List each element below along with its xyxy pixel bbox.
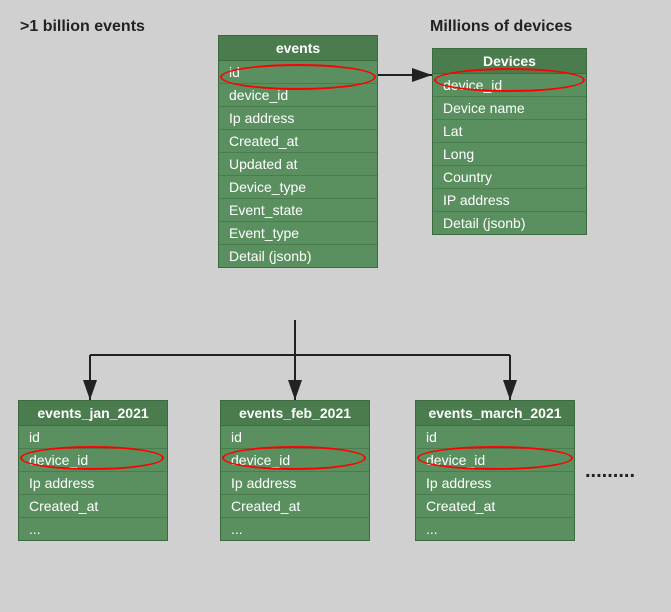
diagram-container: >1 billion events Millions of devices ev…: [0, 0, 671, 612]
events-table-header: events: [219, 36, 377, 61]
events-row-ip: Ip address: [219, 107, 377, 130]
events-jan-table: events_jan_2021 id device_id Ip address …: [18, 400, 168, 541]
events-march-row-ip: Ip address: [416, 472, 574, 495]
events-feb-header: events_feb_2021: [221, 401, 369, 426]
events-feb-row-created: Created_at: [221, 495, 369, 518]
devices-row-ip: IP address: [433, 189, 586, 212]
devices-row-country: Country: [433, 166, 586, 189]
billion-events-label: >1 billion events: [20, 18, 145, 36]
events-row-created: Created_at: [219, 130, 377, 153]
devices-table: Devices device_id Device name Lat Long C…: [432, 48, 587, 235]
events-feb-row-device-id: device_id: [221, 449, 369, 472]
devices-table-header: Devices: [433, 49, 586, 74]
events-jan-row-ip: Ip address: [19, 472, 167, 495]
events-march-row-id: id: [416, 426, 574, 449]
events-feb-row-ip: Ip address: [221, 472, 369, 495]
events-row-updated: Updated at: [219, 153, 377, 176]
events-feb-row-dots: ...: [221, 518, 369, 540]
events-jan-row-device-id: device_id: [19, 449, 167, 472]
devices-row-long: Long: [433, 143, 586, 166]
million-devices-label: Millions of devices: [430, 18, 572, 36]
events-row-device-type: Device_type: [219, 176, 377, 199]
events-march-table: events_march_2021 id device_id Ip addres…: [415, 400, 575, 541]
devices-row-device-name: Device name: [433, 97, 586, 120]
continuation-dots: .........: [585, 460, 635, 483]
events-row-device-id: device_id: [219, 84, 377, 107]
events-jan-row-created: Created_at: [19, 495, 167, 518]
events-row-event-type: Event_type: [219, 222, 377, 245]
events-march-row-created: Created_at: [416, 495, 574, 518]
events-jan-header: events_jan_2021: [19, 401, 167, 426]
devices-row-detail: Detail (jsonb): [433, 212, 586, 234]
events-row-event-state: Event_state: [219, 199, 377, 222]
events-march-row-device-id: device_id: [416, 449, 574, 472]
devices-row-device-id: device_id: [433, 74, 586, 97]
devices-row-lat: Lat: [433, 120, 586, 143]
events-march-row-dots: ...: [416, 518, 574, 540]
events-jan-row-id: id: [19, 426, 167, 449]
events-feb-table: events_feb_2021 id device_id Ip address …: [220, 400, 370, 541]
events-row-id: id: [219, 61, 377, 84]
events-table: events id device_id Ip address Created_a…: [218, 35, 378, 268]
events-row-detail: Detail (jsonb): [219, 245, 377, 267]
events-jan-row-dots: ...: [19, 518, 167, 540]
events-march-header: events_march_2021: [416, 401, 574, 426]
events-feb-row-id: id: [221, 426, 369, 449]
